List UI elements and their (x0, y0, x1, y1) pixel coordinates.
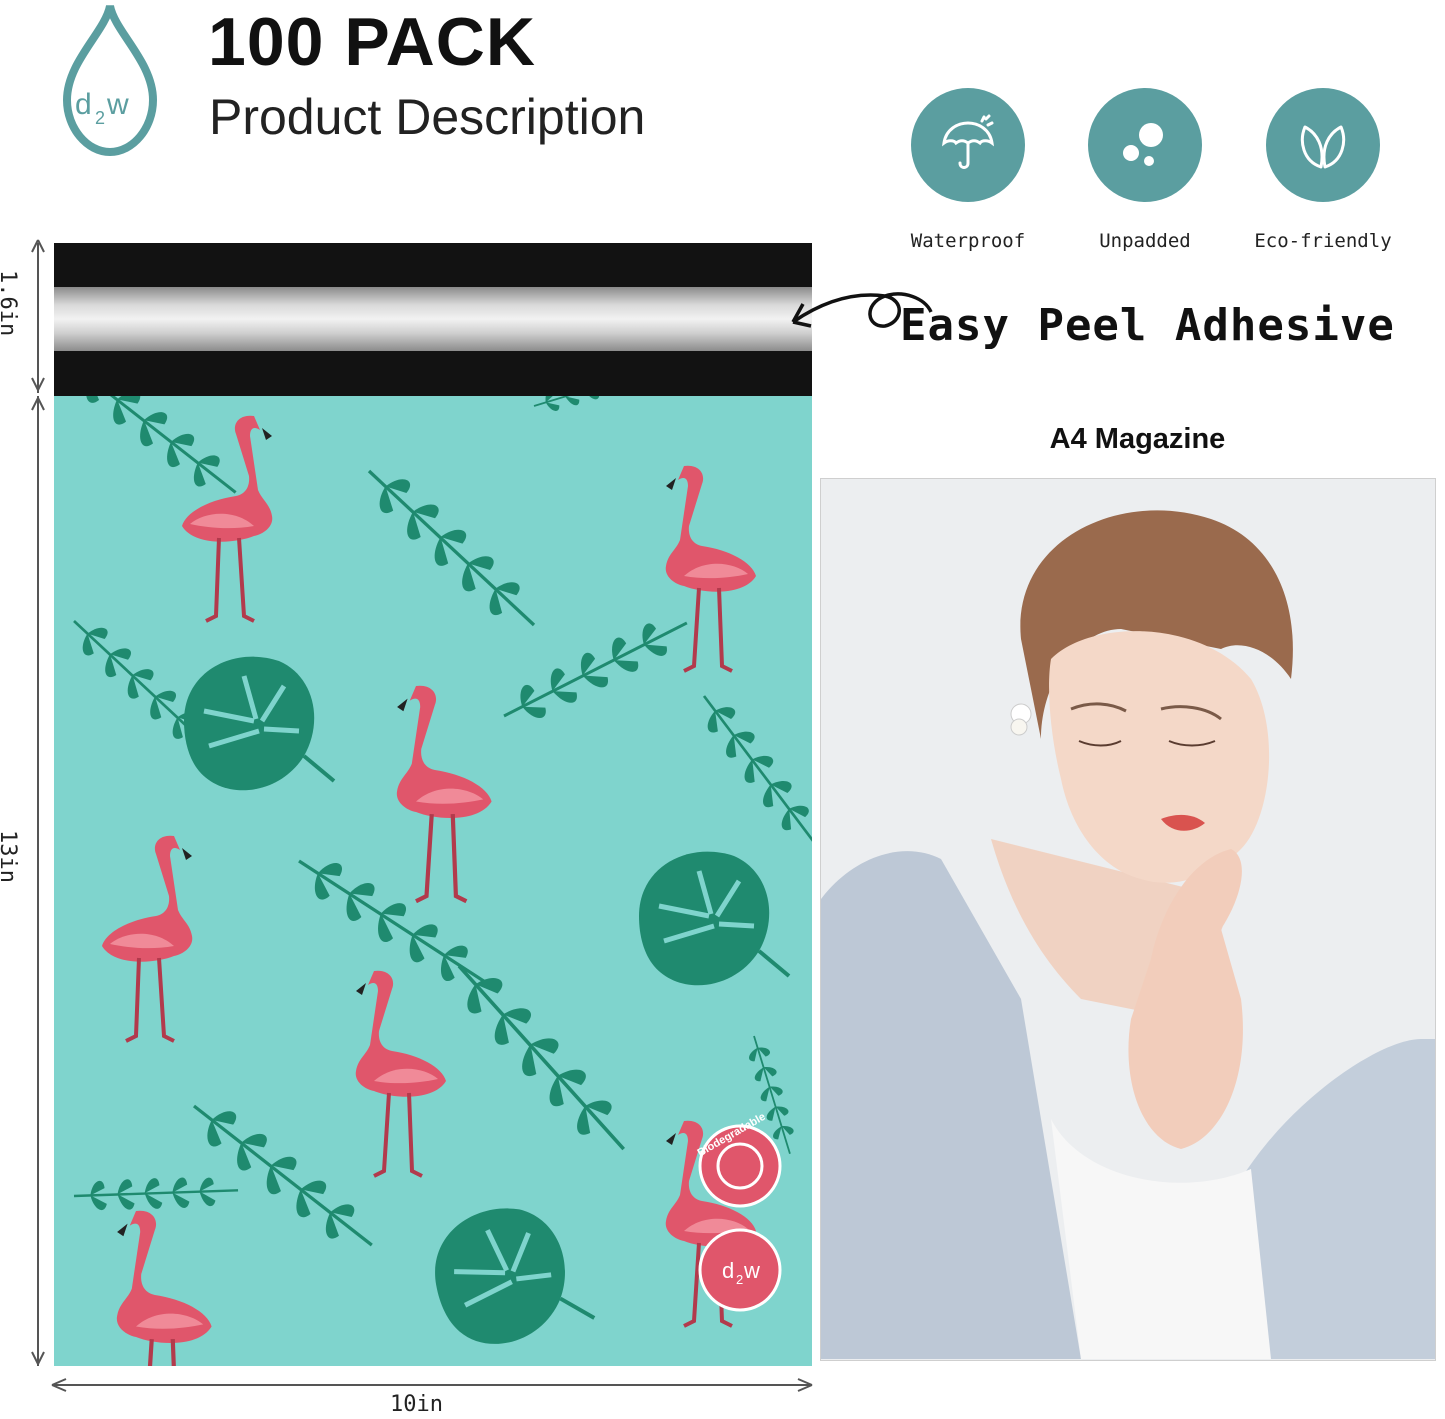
feature-waterproof: Waterproof (878, 88, 1058, 252)
logo-text-2: 2 (95, 108, 105, 128)
feature-unpadded: Unpadded (1055, 88, 1235, 252)
svg-text:d: d (722, 1258, 734, 1283)
leaf-icon (1266, 88, 1380, 202)
page-subtitle: Product Description (209, 89, 646, 145)
bubbles-icon (1088, 88, 1202, 202)
feature-eco-friendly: Eco-friendly (1233, 88, 1413, 252)
poly-mailer: Biodegradable d 2 w (54, 243, 812, 1366)
feature-label: Unpadded (1099, 230, 1191, 252)
flamingo-pattern: Biodegradable d 2 w (54, 396, 812, 1366)
logo-text-d: d (75, 88, 92, 121)
dimension-arrows (31, 239, 45, 1365)
feature-label: Eco-friendly (1254, 230, 1392, 252)
easy-peel-callout: Easy Peel Adhesive (900, 300, 1395, 351)
page-title: 100 PACK (208, 4, 536, 80)
svg-text:2: 2 (736, 1272, 743, 1287)
flap-height-label: 1.6in (0, 270, 20, 337)
svg-text:w: w (743, 1258, 760, 1283)
magazine-photo (820, 478, 1436, 1361)
feature-label: Waterproof (910, 230, 1026, 252)
width-label: 10in (390, 1392, 443, 1417)
magazine-label: A4 Magazine (1049, 423, 1226, 455)
d2w-logo: d 2 w (55, 2, 165, 162)
adhesive-strip (54, 287, 812, 351)
logo-text-w: w (106, 88, 129, 121)
body-height-label: 13in (0, 830, 20, 883)
umbrella-icon (911, 88, 1025, 202)
